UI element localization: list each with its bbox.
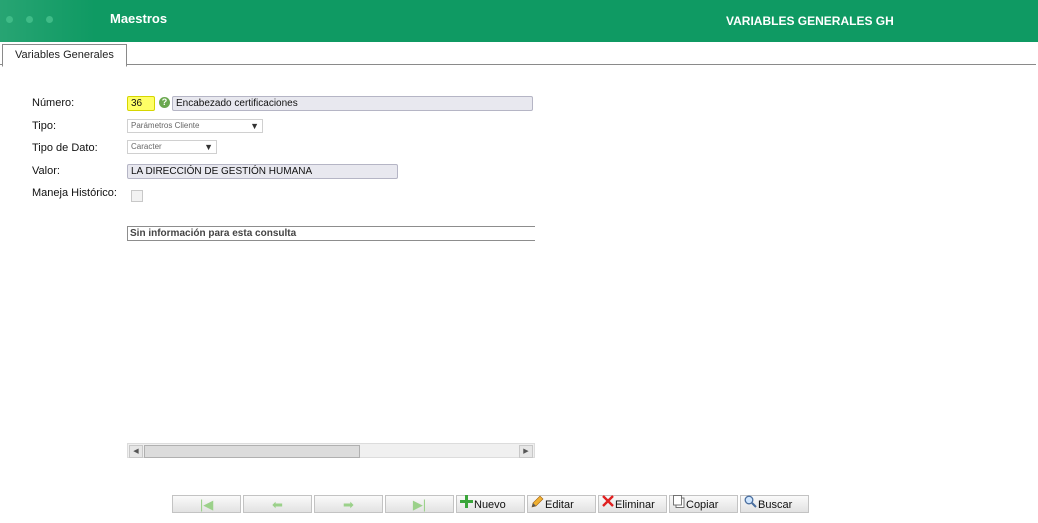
next-record-button[interactable]: ➡ [314, 495, 383, 513]
app-header: Maestros VARIABLES GENERALES GH [0, 0, 1038, 42]
eliminar-button[interactable]: Eliminar [598, 495, 667, 513]
editar-button[interactable]: Editar [527, 495, 596, 513]
first-record-icon: |◀ [199, 497, 214, 512]
buscar-button[interactable]: Buscar [740, 495, 809, 513]
last-record-button[interactable]: ▶| [385, 495, 454, 513]
scroll-right-icon[interactable]: ▶ [519, 445, 533, 458]
window-controls [0, 0, 95, 42]
eliminar-label: Eliminar [615, 499, 655, 511]
buscar-label: Buscar [758, 499, 793, 511]
last-record-icon: ▶| [412, 497, 427, 512]
copy-icon [673, 494, 685, 514]
historico-checkbox[interactable] [131, 190, 143, 202]
scroll-left-icon[interactable]: ◀ [129, 445, 143, 458]
editar-label: Editar [545, 499, 574, 511]
copiar-label: Copiar [686, 499, 719, 511]
valor-label: Valor: [32, 165, 60, 177]
tab-bar: Variables Generales [0, 42, 1036, 67]
window-dot[interactable] [46, 16, 53, 23]
chevron-down-icon: ▼ [250, 121, 259, 131]
tipo-label: Tipo: [32, 120, 57, 132]
nuevo-label: Nuevo [474, 499, 506, 511]
search-icon [744, 495, 757, 514]
module-title: Maestros [110, 11, 168, 26]
tipo-dato-label: Tipo de Dato: [32, 142, 98, 154]
delete-x-icon [602, 495, 614, 513]
window-dot[interactable] [26, 16, 33, 23]
pencil-icon [531, 495, 544, 514]
numero-input[interactable]: 36 [127, 96, 155, 111]
grid-empty-message: Sin información para esta consulta [127, 226, 535, 241]
tipo-dato-select[interactable]: Caracter ▼ [127, 140, 217, 154]
valor-input[interactable]: LA DIRECCIÓN DE GESTIÓN HUMANA [127, 164, 398, 179]
previous-record-button[interactable]: ⬅ [243, 495, 312, 513]
numero-label: Número: [32, 97, 75, 109]
scroll-thumb[interactable] [144, 445, 360, 458]
window-dot[interactable] [6, 16, 13, 23]
tab-variables-generales[interactable]: Variables Generales [2, 44, 127, 67]
tipo-selected-value: Parámetros Cliente [131, 121, 200, 130]
historico-label: Maneja Histórico: [32, 187, 117, 199]
copiar-button[interactable]: Copiar [669, 494, 738, 514]
help-icon[interactable]: ? [159, 97, 170, 108]
plus-icon [460, 494, 473, 514]
nuevo-button[interactable]: Nuevo [456, 494, 525, 514]
first-record-button[interactable]: |◀ [172, 495, 241, 513]
numero-description-field[interactable]: Encabezado certificaciones [172, 96, 533, 111]
horizontal-scrollbar[interactable]: ◀ ▶ [127, 443, 535, 458]
tipo-select[interactable]: Parámetros Cliente ▼ [127, 119, 263, 133]
previous-record-icon: ⬅ [272, 497, 283, 512]
chevron-down-icon: ▼ [204, 142, 213, 152]
next-record-icon: ➡ [343, 497, 354, 512]
tipo-dato-selected-value: Caracter [131, 142, 162, 151]
screen-title: VARIABLES GENERALES GH [726, 14, 894, 28]
